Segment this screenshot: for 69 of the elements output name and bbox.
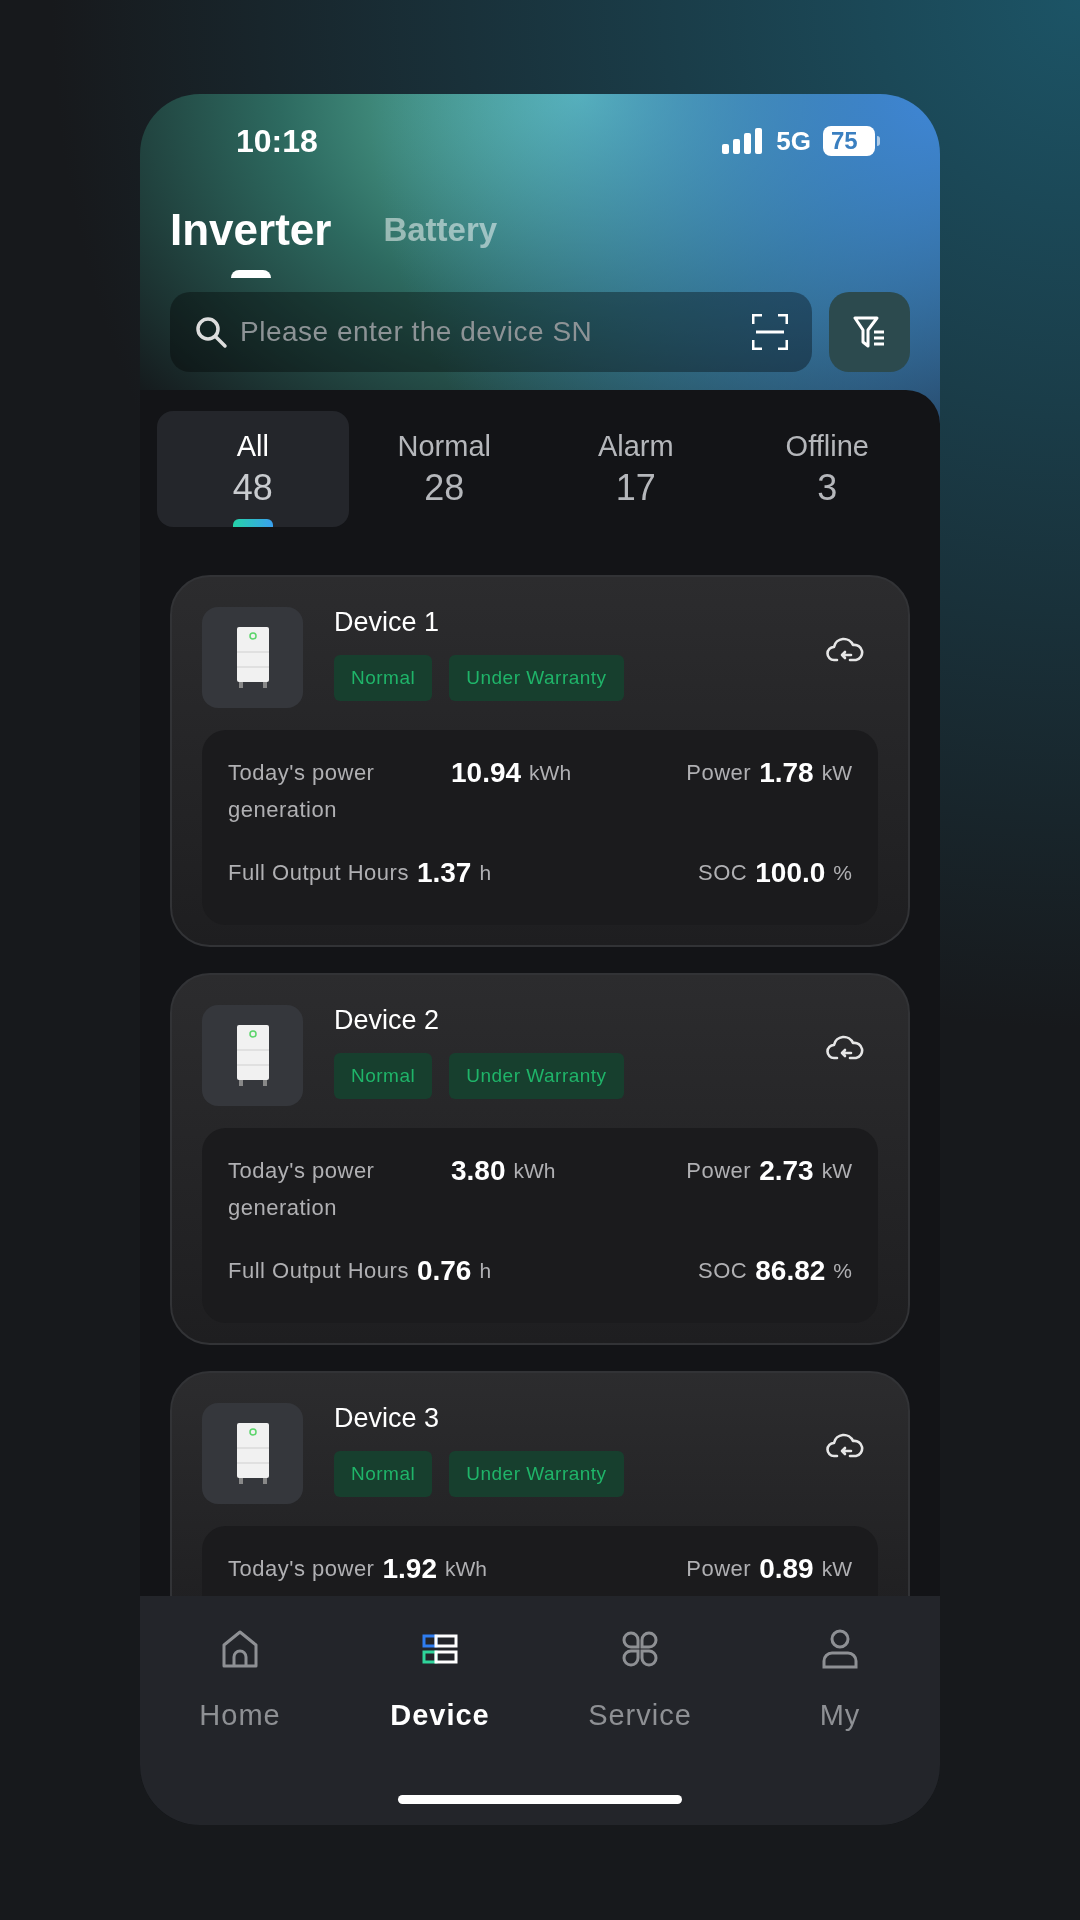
nav-tab[interactable]: Device [340, 1628, 540, 1738]
stat-value: 1.78 [759, 756, 814, 790]
stat-label: Power [686, 1157, 752, 1185]
stat-value: 10.94 [451, 756, 522, 790]
nav-tab[interactable]: Home [140, 1628, 340, 1738]
filter-icon [852, 315, 887, 349]
filter-button[interactable] [829, 292, 910, 372]
device-drawing [234, 1024, 271, 1087]
stat-label: Today's power generation [228, 759, 376, 824]
nav-tab[interactable]: Service [540, 1628, 740, 1738]
stat-label: Power [686, 1555, 752, 1583]
stat-unit: kW [821, 1158, 852, 1184]
stat-unit: % [833, 1258, 852, 1284]
status-tag: Under Warranty [449, 655, 624, 701]
stat-unit: kWh [529, 760, 572, 786]
search-icon [194, 315, 228, 349]
stat-unit: h [479, 860, 492, 886]
stat-unit: kW [821, 760, 852, 786]
device-name: Device 2 [334, 1004, 441, 1037]
grid-icon [622, 1631, 658, 1667]
status-tag: Normal [334, 655, 433, 701]
status-tag: Normal [334, 1053, 433, 1099]
stat-label: Today's power [228, 1555, 375, 1583]
status-filter-tab[interactable]: Alarm 17 [540, 411, 732, 527]
stat-value: 100.0 [755, 856, 826, 890]
stat-unit: kW [821, 1556, 852, 1582]
scan-icon[interactable] [752, 314, 788, 350]
status-tag: Normal [334, 1451, 433, 1497]
stat-unit: kWh [513, 1158, 556, 1184]
status-filter-tab[interactable]: All 48 [157, 411, 349, 527]
stat-value: 86.82 [755, 1254, 826, 1288]
home-icon [222, 1630, 258, 1668]
search-bar[interactable]: Please enter the device SN [170, 292, 812, 372]
nav-tab[interactable]: My [740, 1628, 940, 1738]
device-drawing [234, 626, 271, 689]
status-filter-tab[interactable]: Offline 3 [731, 411, 923, 527]
device-card[interactable]: Device 2 Normal Under Warranty Today's power generation 3.80 kWh Power 2.73 kW Full Output Hours 0.76 h SOC 86.82 % [170, 973, 910, 1345]
stat-unit: % [833, 860, 852, 886]
stat-value: 3.80 [451, 1154, 506, 1188]
stat-value: 1.92 [382, 1552, 437, 1586]
tab-indicator [232, 519, 273, 527]
status-time: 10:18 [236, 122, 318, 161]
user-icon [822, 1629, 858, 1669]
search-field[interactable]: Please enter the device SN [240, 311, 740, 353]
stat-unit: h [479, 1258, 492, 1284]
stat-value: 2.73 [759, 1154, 814, 1188]
device-card[interactable]: Device 1 Normal Under Warranty Today's power generation 10.94 kWh Power 1.78 kW Full Output Hours 1.37 h SOC 100.0 % [170, 575, 910, 947]
stat-label: Full Output Hours [228, 859, 409, 887]
stat-label: Full Output Hours [228, 1257, 409, 1285]
device-name: Device 1 [334, 606, 441, 639]
stat-label: Today's power generation [228, 1157, 376, 1222]
stat-label: SOC [698, 1257, 748, 1285]
stat-value: 1.37 [416, 856, 472, 890]
tab[interactable]: Inverter [170, 202, 332, 278]
device-name: Device 3 [334, 1402, 441, 1435]
device-drawing [234, 1422, 271, 1485]
status-tag: Under Warranty [449, 1053, 624, 1099]
battery-indicator: 75 [823, 126, 880, 156]
stat-value: 0.89 [759, 1552, 814, 1586]
stat-label: SOC [698, 859, 748, 887]
signal-icon [722, 128, 765, 154]
device-card[interactable]: Device 3 Normal Under Warranty Today's power 1.92 kWh Power 0.89 kW [170, 1371, 910, 1596]
status-tag: Under Warranty [449, 1451, 624, 1497]
stat-value: 0.76 [416, 1254, 472, 1288]
status-filter-tab[interactable]: Normal 28 [348, 411, 540, 527]
stat-label: Power [686, 759, 752, 787]
list-icon [422, 1634, 458, 1664]
stat-unit: kWh [444, 1556, 487, 1582]
network-label: 5G [776, 124, 811, 158]
